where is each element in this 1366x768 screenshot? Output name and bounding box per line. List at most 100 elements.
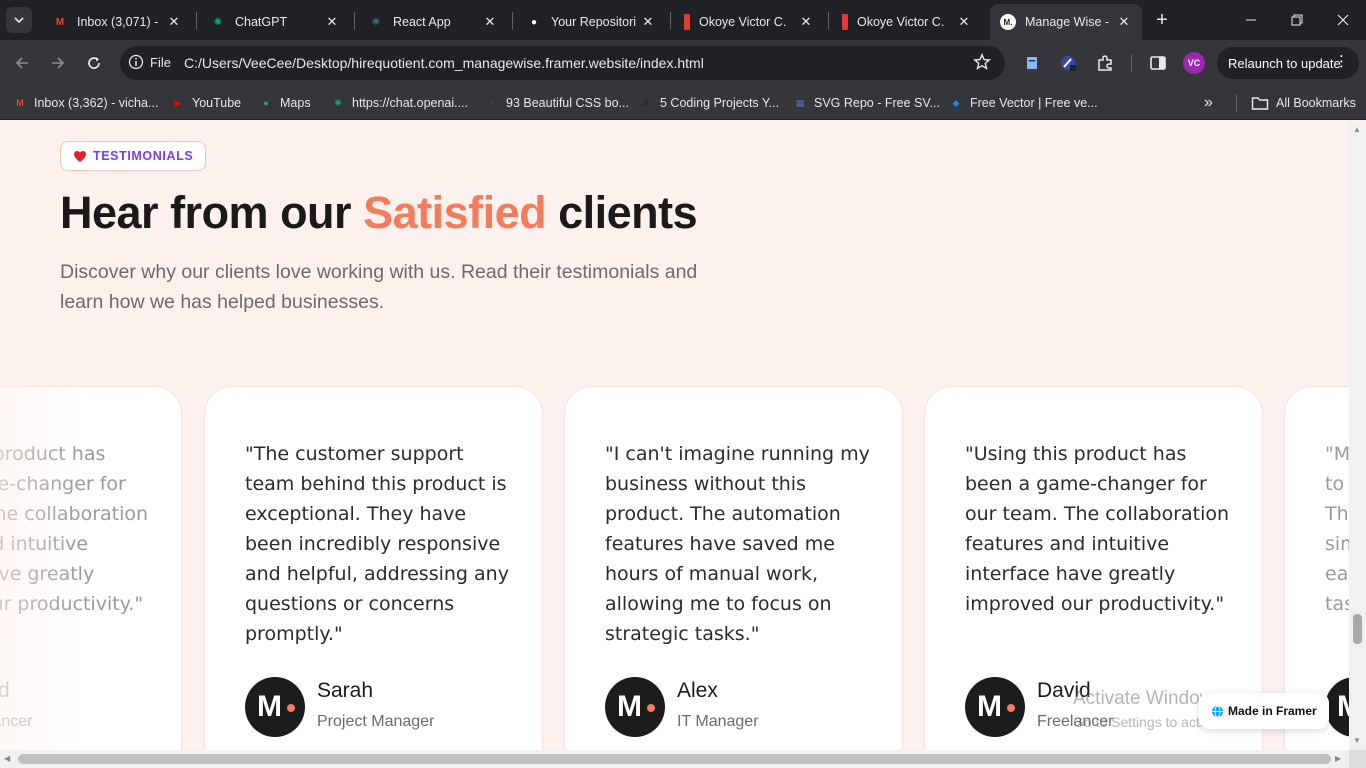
extension-button[interactable] <box>1020 51 1044 75</box>
bookmark-item[interactable]: ▦ SVG Repo - Free SV... <box>792 92 940 114</box>
bookmark-label: SVG Repo - Free SV... <box>814 96 940 110</box>
bookmark-item[interactable]: ● Maps <box>258 92 311 114</box>
testimonial-author: M Sarah Project Manager <box>245 677 434 737</box>
scroll-right-arrow-icon[interactable]: ▶ <box>1335 754 1341 763</box>
reload-button[interactable] <box>80 49 108 77</box>
document-icon <box>684 14 690 30</box>
arrow-right-icon <box>52 57 65 69</box>
browser-tab[interactable]: ● Your Repositorie ✕ <box>516 4 666 40</box>
scheme-label: File <box>150 54 171 70</box>
tab-title: ChatGPT <box>235 15 288 29</box>
reload-icon <box>88 57 100 69</box>
all-bookmarks-button[interactable]: All Bookmarks <box>1251 92 1356 114</box>
bookmark-item[interactable]: ↖ 93 Beautiful CSS bo... <box>484 92 629 114</box>
heart-icon <box>74 150 86 162</box>
badge-label: TESTIMONIALS <box>93 149 194 163</box>
page-viewport: TESTIMONIALS Hear from our Satisfied cli… <box>0 121 1349 750</box>
bookmark-item[interactable]: M Inbox (3,362) - vicha... <box>12 92 158 114</box>
tab-search-button[interactable] <box>6 7 32 33</box>
vertical-scroll-thumb[interactable] <box>1353 614 1362 644</box>
heading-accent: Satisfied <box>363 187 547 238</box>
browser-tab[interactable]: ✺ ChatGPT ✕ <box>200 4 350 40</box>
globe-icon <box>1212 705 1223 717</box>
tab-close-icon[interactable]: ✕ <box>640 14 656 30</box>
bookmark-item[interactable]: ▶ YouTube <box>170 92 242 114</box>
bookmark-item[interactable]: ✺ https://chat.openai.... <box>330 92 468 114</box>
site-info-button[interactable]: File <box>128 54 171 70</box>
extensions-menu-button[interactable] <box>1093 51 1117 75</box>
bookmark-label: Free Vector | Free ve... <box>970 96 1098 110</box>
tab-divider <box>512 12 513 30</box>
testimonial-quote: "Using this product has been a game-chan… <box>0 443 149 615</box>
bookmarks-bar: M Inbox (3,362) - vicha... ▶ YouTube ● Maps ✺ h… <box>0 86 1366 120</box>
close-window-button[interactable] <box>1320 0 1366 40</box>
scroll-left-arrow-icon[interactable]: ◀ <box>4 754 10 763</box>
tab-title: Inbox (3,071) - vi <box>77 15 162 29</box>
tab-close-icon[interactable]: ✕ <box>956 14 972 30</box>
scroll-down-arrow-icon[interactable]: ▼ <box>1353 736 1361 745</box>
chatgpt-icon: ✺ <box>213 16 223 28</box>
gmail-icon: M <box>16 98 24 108</box>
youtube-icon: ▶ <box>174 97 182 108</box>
toolbar-divider <box>1131 54 1132 72</box>
tab-close-icon[interactable]: ✕ <box>798 14 814 30</box>
browser-tab[interactable]: M. Manage Wise - S ✕ <box>990 4 1142 40</box>
bookmark-label: https://chat.openai.... <box>352 96 469 110</box>
bookmarks-divider <box>1236 94 1237 112</box>
react-icon: ⚛ <box>371 16 381 28</box>
minimize-button[interactable] <box>1228 0 1274 40</box>
freepik-icon: ◆ <box>952 97 960 108</box>
vertical-scrollbar[interactable]: ▲ ▼ <box>1349 121 1366 750</box>
horizontal-scroll-thumb[interactable] <box>18 754 1331 764</box>
tab-title: Okoye Victor C. <box>699 15 787 29</box>
restore-button[interactable] <box>1274 0 1320 40</box>
bookmark-label: Maps <box>280 96 311 110</box>
bookmark-item[interactable]: Λ 5 Coding Projects Y... <box>638 92 779 114</box>
bookmark-item[interactable]: ◆ Free Vector | Free ve... <box>948 92 1098 114</box>
tab-close-icon[interactable]: ✕ <box>166 14 182 30</box>
pen-extension-icon <box>1061 56 1076 71</box>
profile-avatar[interactable]: VC <box>1183 52 1205 74</box>
browser-tab[interactable]: Okoye Victor C. ✕ <box>832 4 982 40</box>
scrollbar-corner <box>1349 750 1366 768</box>
tab-title: Okoye Victor C. <box>857 15 945 29</box>
extension-button-2[interactable] <box>1056 51 1080 75</box>
tab-close-icon[interactable]: ✕ <box>482 14 498 30</box>
bookmarks-overflow-button[interactable]: » <box>1204 92 1213 114</box>
testimonial-author: M Alex IT Manager <box>605 677 759 737</box>
made-in-framer-badge[interactable]: Made in Framer <box>1199 693 1329 729</box>
testimonial-author: M David Freelancer <box>965 677 1113 737</box>
horizontal-scrollbar[interactable]: ◀ ▶ <box>0 750 1349 768</box>
arrow-left-icon <box>15 57 28 69</box>
bookmark-label: 93 Beautiful CSS bo... <box>506 96 629 110</box>
back-button[interactable] <box>8 49 36 77</box>
browser-tab[interactable]: ⚛ React App ✕ <box>358 4 508 40</box>
url-text[interactable]: C:/Users/VeeCee/Desktop/hirequotient.com… <box>184 55 704 71</box>
side-panel-button[interactable] <box>1146 51 1170 75</box>
side-panel-icon <box>1150 56 1166 70</box>
star-icon <box>973 53 991 70</box>
testimonial-card: "Using this product has been a game-chan… <box>0 386 182 750</box>
scroll-up-arrow-icon[interactable]: ▲ <box>1353 125 1361 134</box>
all-bookmarks-label: All Bookmarks <box>1276 96 1356 110</box>
browser-tab[interactable]: M Inbox (3,071) - vi ✕ <box>42 4 192 40</box>
bookmark-star-button[interactable] <box>973 53 991 76</box>
forward-button[interactable] <box>44 49 72 77</box>
address-bar[interactable]: File C:/Users/VeeCee/Desktop/hirequotien… <box>120 46 1005 80</box>
tab-divider <box>828 12 829 30</box>
restore-icon <box>1291 14 1303 26</box>
info-icon <box>128 54 144 70</box>
tab-divider <box>354 12 355 30</box>
browser-tab[interactable]: Okoye Victor C. ✕ <box>674 4 824 40</box>
document-extension-icon <box>1027 57 1037 69</box>
tab-close-icon[interactable]: ✕ <box>1116 14 1132 30</box>
relaunch-button[interactable]: Relaunch to update ⋮ <box>1217 47 1359 79</box>
minimize-icon <box>1246 19 1256 21</box>
more-vert-icon[interactable]: ⋮ <box>1334 53 1349 71</box>
tab-title: Your Repositorie <box>551 15 636 29</box>
author-role: Freelancer <box>0 713 33 730</box>
new-tab-button[interactable]: + <box>1150 8 1174 32</box>
tab-close-icon[interactable]: ✕ <box>324 14 340 30</box>
testimonial-quote: "I can't imagine running my business wit… <box>605 443 870 645</box>
testimonial-quote: "Using this product has been a game-chan… <box>965 443 1230 615</box>
